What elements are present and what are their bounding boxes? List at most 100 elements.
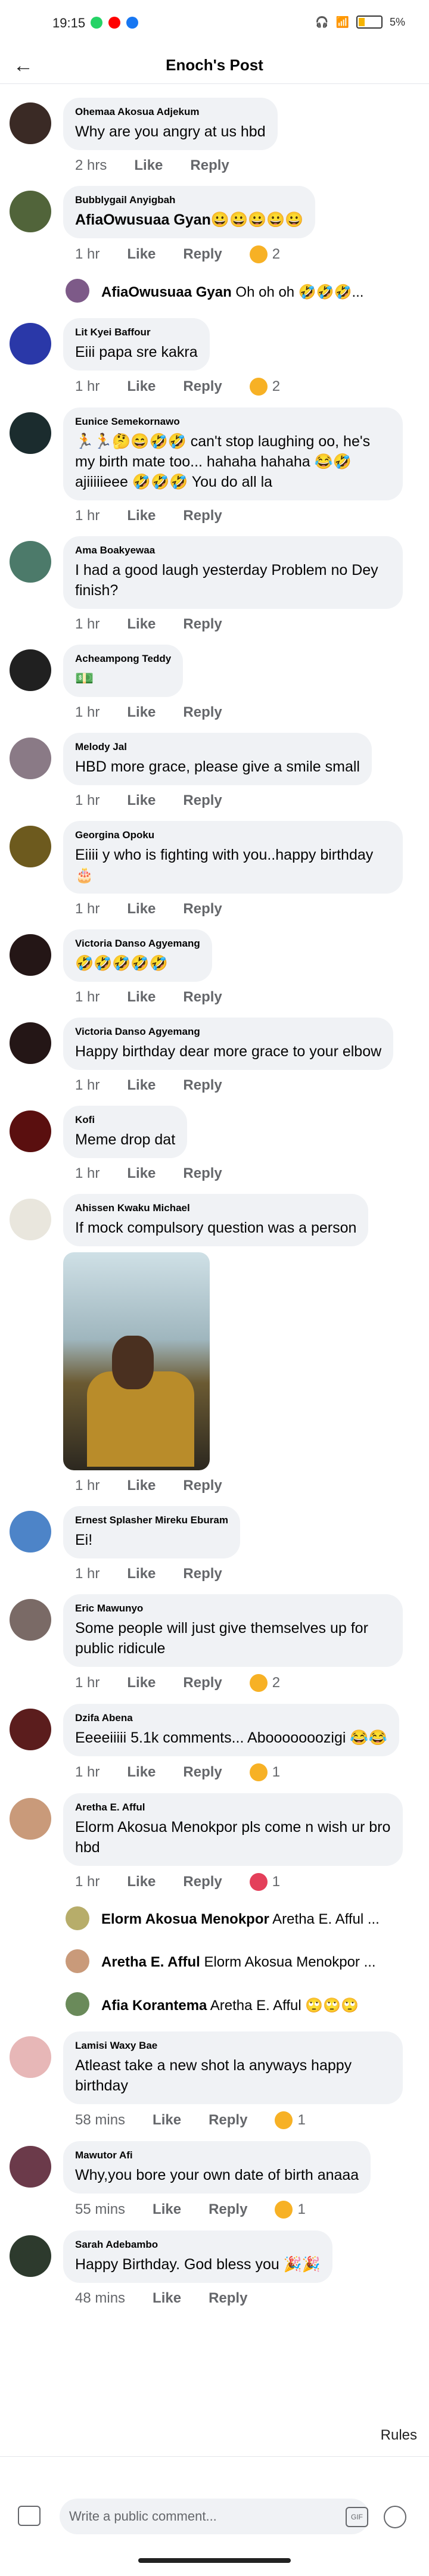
comment-author[interactable]: Ernest Splasher Mireku Eburam (75, 1514, 228, 1526)
reply-button[interactable]: Reply (183, 901, 222, 917)
comment-author[interactable]: Bubblygail Anyigbah (75, 194, 303, 206)
avatar[interactable] (66, 1906, 89, 1930)
comment-photo[interactable] (63, 1252, 210, 1470)
reply-button[interactable]: Reply (183, 1077, 222, 1094)
comment-author[interactable]: Dzifa Abena (75, 1712, 387, 1724)
avatar[interactable] (10, 191, 51, 232)
comment-bubble[interactable]: Victoria Danso Agyemang Happy birthday d… (63, 1018, 394, 1070)
gif-icon[interactable]: GIF (346, 2507, 368, 2527)
avatar[interactable] (10, 738, 51, 779)
reply-button[interactable]: Reply (183, 704, 222, 721)
reply-button[interactable]: Reply (183, 1764, 222, 1781)
reply-button[interactable]: Reply (183, 1566, 222, 1582)
reply-button[interactable]: Reply (183, 508, 222, 524)
like-button[interactable]: Like (127, 508, 156, 524)
comment-bubble[interactable]: Lamisi Waxy Bae Atleast take a new shot … (63, 2031, 403, 2104)
like-button[interactable]: Like (127, 792, 156, 809)
avatar[interactable] (10, 1599, 51, 1641)
comment-bubble[interactable]: Ohemaa Akosua Adjekum Why are you angry … (63, 98, 278, 150)
like-button[interactable]: Like (127, 1675, 156, 1691)
comment-author[interactable]: Aretha E. Afful (75, 1802, 391, 1813)
like-button[interactable]: Like (127, 1764, 156, 1781)
reply-button[interactable]: Reply (190, 157, 229, 174)
comment-author[interactable]: Victoria Danso Agyemang (75, 1026, 381, 1038)
reply-author[interactable]: Afia Korantema (101, 1998, 207, 2014)
avatar[interactable] (10, 1511, 51, 1553)
like-button[interactable]: Like (127, 901, 156, 917)
avatar[interactable] (66, 1992, 89, 2016)
comment-bubble[interactable]: Aretha E. Afful Elorm Akosua Menokpor pl… (63, 1793, 403, 1866)
comment-bubble[interactable]: Lit Kyei Baffour Eiii papa sre kakra (63, 318, 210, 371)
reaction-count[interactable]: 1 (249, 1763, 280, 1781)
avatar[interactable] (10, 826, 51, 867)
reaction-count[interactable]: 1 (275, 2201, 306, 2219)
like-button[interactable]: Like (153, 2201, 181, 2218)
rules-link[interactable]: Rules (381, 2427, 417, 2444)
reaction-count[interactable]: 2 (249, 245, 280, 263)
like-button[interactable]: Like (127, 1477, 156, 1494)
reaction-count[interactable]: 1 (275, 2111, 306, 2129)
reply-button[interactable]: Reply (183, 1675, 222, 1691)
avatar[interactable] (10, 2036, 51, 2078)
comment-bubble[interactable]: Ernest Splasher Mireku Eburam Ei! (63, 1506, 240, 1558)
reply-button[interactable]: Reply (183, 246, 222, 263)
avatar[interactable] (10, 649, 51, 691)
reply-button[interactable]: Reply (183, 378, 222, 395)
comment-author[interactable]: Melody Jal (75, 741, 360, 753)
like-button[interactable]: Like (127, 246, 156, 263)
comment-bubble[interactable]: Acheampong Teddy 💵 (63, 645, 184, 697)
reply-button[interactable]: Reply (183, 616, 222, 633)
comment-bubble[interactable]: Kofi Meme drop dat (63, 1106, 188, 1158)
reply-button[interactable]: Reply (209, 2201, 247, 2218)
avatar[interactable] (10, 1798, 51, 1840)
like-button[interactable]: Like (127, 378, 156, 395)
comment-bubble[interactable]: Mawutor Afi Why,you bore your own date o… (63, 2141, 371, 2194)
comment-bubble[interactable]: Georgina Opoku Eiiii y who is fighting w… (63, 821, 403, 894)
avatar[interactable] (66, 1949, 89, 1973)
comment-author[interactable]: Lit Kyei Baffour (75, 326, 198, 338)
like-button[interactable]: Like (127, 704, 156, 721)
reaction-count[interactable]: 2 (249, 378, 280, 396)
reply-button[interactable]: Reply (183, 1874, 222, 1890)
avatar[interactable] (10, 541, 51, 583)
reply-button[interactable]: Reply (183, 792, 222, 809)
comment-author[interactable]: Ahissen Kwaku Michael (75, 1202, 356, 1214)
comment-author[interactable]: Kofi (75, 1114, 175, 1126)
avatar[interactable] (10, 1110, 51, 1152)
reply-row[interactable]: Elorm Akosua Menokpor Aretha E. Afful ..… (0, 1903, 429, 1934)
avatar[interactable] (10, 1709, 51, 1750)
avatar[interactable] (66, 279, 89, 303)
reply-author[interactable]: Aretha E. Afful (101, 1954, 200, 1970)
like-button[interactable]: Like (153, 2290, 181, 2307)
comment-input[interactable]: Write a public comment... (60, 2499, 369, 2534)
reply-button[interactable]: Reply (183, 989, 222, 1006)
comment-author[interactable]: Sarah Adebambo (75, 2239, 321, 2251)
comment-bubble[interactable]: Sarah Adebambo Happy Birthday. God bless… (63, 2230, 332, 2283)
comment-bubble[interactable]: Dzifa Abena Eeeeiiiii 5.1k comments... A… (63, 1704, 399, 1756)
camera-icon[interactable] (18, 2506, 41, 2526)
comment-bubble[interactable]: Ama Boakyewaa I had a good laugh yesterd… (63, 536, 403, 609)
comment-bubble[interactable]: Victoria Danso Agyemang 🤣🤣🤣🤣🤣 (63, 929, 212, 982)
like-button[interactable]: Like (127, 616, 156, 633)
reply-button[interactable]: Reply (183, 1477, 222, 1494)
avatar[interactable] (10, 934, 51, 976)
like-button[interactable]: Like (153, 2112, 181, 2129)
reply-row[interactable]: Aretha E. Afful Elorm Akosua Menokpor ..… (0, 1946, 429, 1977)
avatar[interactable] (10, 1199, 51, 1240)
reaction-count[interactable]: 2 (249, 1674, 280, 1692)
like-button[interactable]: Like (134, 157, 163, 174)
avatar[interactable] (10, 1022, 51, 1064)
reply-row[interactable]: Afia Korantema Aretha E. Afful 🙄🙄🙄 (0, 1989, 429, 2020)
like-button[interactable]: Like (127, 1165, 156, 1182)
emoji-icon[interactable] (384, 2506, 406, 2528)
comment-bubble[interactable]: Ahissen Kwaku Michael If mock compulsory… (63, 1194, 369, 1246)
avatar[interactable] (10, 102, 51, 144)
comment-author[interactable]: Georgina Opoku (75, 829, 391, 841)
comment-bubble[interactable]: Bubblygail Anyigbah AfiaOwusuaa Gyan😀😀😀😀… (63, 186, 316, 238)
comment-bubble[interactable]: Eunice Semekornawo 🏃🏃🤔😄🤣🤣 can't stop lau… (63, 407, 403, 500)
reply-button[interactable]: Reply (209, 2290, 247, 2307)
comment-author[interactable]: Eric Mawunyo (75, 1603, 391, 1614)
reaction-count[interactable]: 1 (249, 1873, 280, 1891)
reply-button[interactable]: Reply (209, 2112, 247, 2129)
reply-author[interactable]: Elorm Akosua Menokpor (101, 1911, 269, 1927)
